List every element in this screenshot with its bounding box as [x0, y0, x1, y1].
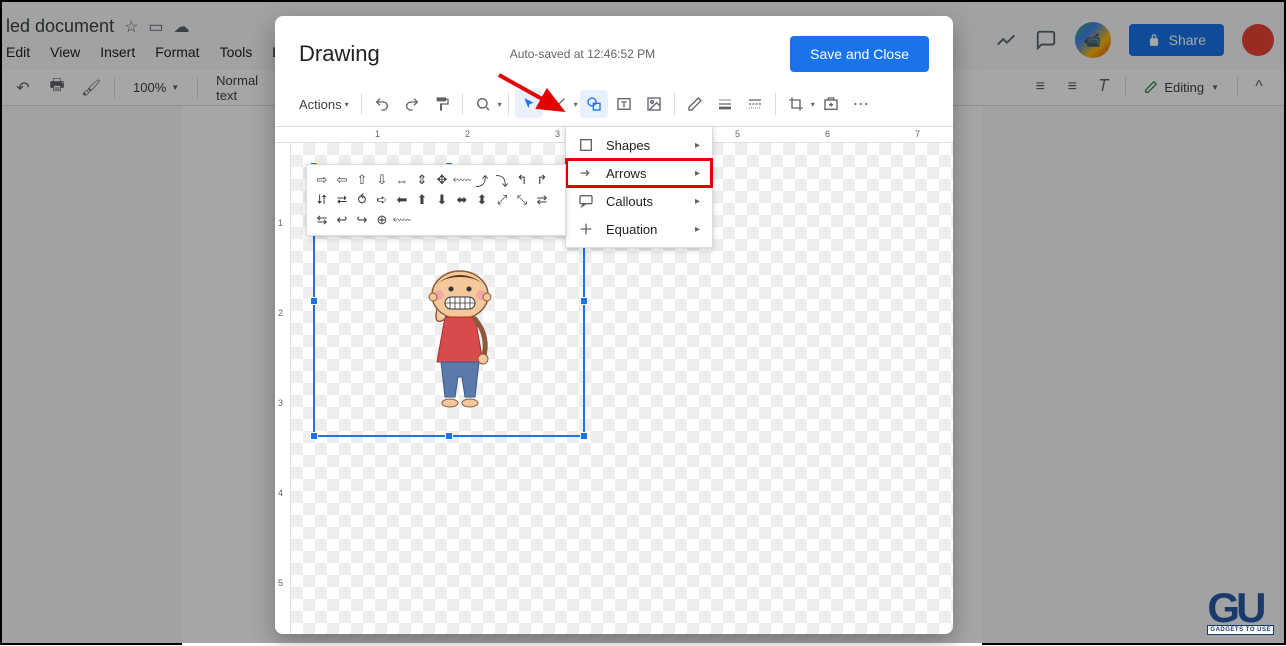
- resize-handle[interactable]: [445, 432, 453, 440]
- cartoon-image[interactable]: [415, 267, 505, 427]
- arrow-shape[interactable]: ⮃: [313, 191, 331, 209]
- arrow-shape[interactable]: ➪: [373, 191, 391, 209]
- redo-icon[interactable]: [398, 90, 426, 118]
- drawing-toolbar: Actions▾ ▾ ▾ ▾ ⋯: [275, 86, 953, 127]
- arrow-shape[interactable]: ✥: [433, 171, 451, 189]
- menu-item-callouts[interactable]: Callouts ▸: [566, 187, 712, 215]
- chevron-right-icon: ▸: [695, 140, 700, 151]
- modal-title: Drawing: [299, 41, 380, 67]
- autosave-text: Auto-saved at 12:46:52 PM: [510, 47, 790, 61]
- modal-header: Drawing Auto-saved at 12:46:52 PM Save a…: [275, 16, 953, 86]
- shape-menu: Shapes ▸ Arrows ▸ Callouts ▸ Equation ▸: [565, 126, 713, 248]
- arrow-shape[interactable]: ⊕: [373, 211, 391, 229]
- arrow-shape[interactable]: ↱: [533, 171, 551, 189]
- arrow-icon: [578, 165, 594, 181]
- resize-handle[interactable]: [580, 432, 588, 440]
- image-icon[interactable]: [640, 90, 668, 118]
- arrow-shape[interactable]: ⇔: [393, 171, 411, 189]
- annotation-arrow: [494, 70, 574, 120]
- arrow-shape[interactable]: ⤵: [493, 171, 511, 189]
- border-weight-icon[interactable]: [711, 90, 739, 118]
- replace-image-icon[interactable]: [817, 90, 845, 118]
- arrow-shape[interactable]: ↪: [353, 211, 371, 229]
- arrow-shape[interactable]: ↩: [333, 211, 351, 229]
- arrow-shape[interactable]: ⇆: [313, 211, 331, 229]
- callout-icon: [578, 193, 594, 209]
- arrow-shape[interactable]: ⇧: [353, 171, 371, 189]
- resize-handle[interactable]: [580, 297, 588, 305]
- arrow-shape[interactable]: ⮂: [333, 191, 351, 209]
- actions-dropdown[interactable]: Actions▾: [293, 93, 355, 116]
- menu-item-arrows[interactable]: Arrows ▸: [566, 159, 712, 187]
- arrow-shape[interactable]: ↰: [513, 171, 531, 189]
- arrow-shape[interactable]: ⇄: [533, 191, 551, 209]
- resize-handle[interactable]: [310, 432, 318, 440]
- arrow-shape[interactable]: ⇦: [333, 171, 351, 189]
- arrow-shape[interactable]: ⬅: [393, 191, 411, 209]
- chevron-right-icon: ▸: [695, 196, 700, 207]
- arrows-panel: ⇨ ⇦ ⇧ ⇩ ⇔ ⇕ ✥ ⬳ ⤴ ⤵ ↰ ↱ ⮃ ⮂ ⥀ ➪ ⬅ ⬆ ⬇ ⬌ …: [306, 164, 566, 236]
- border-dash-icon[interactable]: [741, 90, 769, 118]
- arrow-shape[interactable]: ⬳: [453, 171, 471, 189]
- shapes-icon: [578, 137, 594, 153]
- arrow-shape[interactable]: ⇩: [373, 171, 391, 189]
- watermark: GU GADGETS TO USE: [1207, 591, 1274, 635]
- arrow-shape[interactable]: ⤡: [513, 191, 531, 209]
- shape-tool-icon[interactable]: [580, 90, 608, 118]
- resize-handle[interactable]: [310, 297, 318, 305]
- save-and-close-button[interactable]: Save and Close: [790, 36, 929, 72]
- menu-item-equation[interactable]: Equation ▸: [566, 215, 712, 243]
- arrow-shape[interactable]: ⬍: [473, 191, 491, 209]
- ruler-vertical: 1 2 3 4 5: [275, 143, 291, 634]
- drawing-modal: Drawing Auto-saved at 12:46:52 PM Save a…: [275, 16, 953, 634]
- paint-format-icon[interactable]: [428, 90, 456, 118]
- more-icon[interactable]: ⋯: [847, 90, 875, 118]
- chevron-right-icon: ▸: [695, 224, 700, 235]
- crop-dropdown[interactable]: ▾: [782, 90, 815, 118]
- arrow-shape[interactable]: ⥀: [353, 191, 371, 209]
- arrow-shape[interactable]: ⬇: [433, 191, 451, 209]
- arrow-shape[interactable]: ⤴: [473, 171, 491, 189]
- menu-item-shapes[interactable]: Shapes ▸: [566, 131, 712, 159]
- arrow-shape[interactable]: ⇕: [413, 171, 431, 189]
- undo-icon[interactable]: [368, 90, 396, 118]
- arrow-shape[interactable]: ⬌: [453, 191, 471, 209]
- arrow-shape[interactable]: ⬆: [413, 191, 431, 209]
- chevron-right-icon: ▸: [695, 168, 700, 179]
- text-box-icon[interactable]: [610, 90, 638, 118]
- equation-icon: [578, 221, 594, 237]
- arrow-shape[interactable]: ⇨: [313, 171, 331, 189]
- border-color-icon[interactable]: [681, 90, 709, 118]
- arrow-shape[interactable]: ⬳: [393, 211, 411, 229]
- arrow-shape[interactable]: ⤢: [493, 191, 511, 209]
